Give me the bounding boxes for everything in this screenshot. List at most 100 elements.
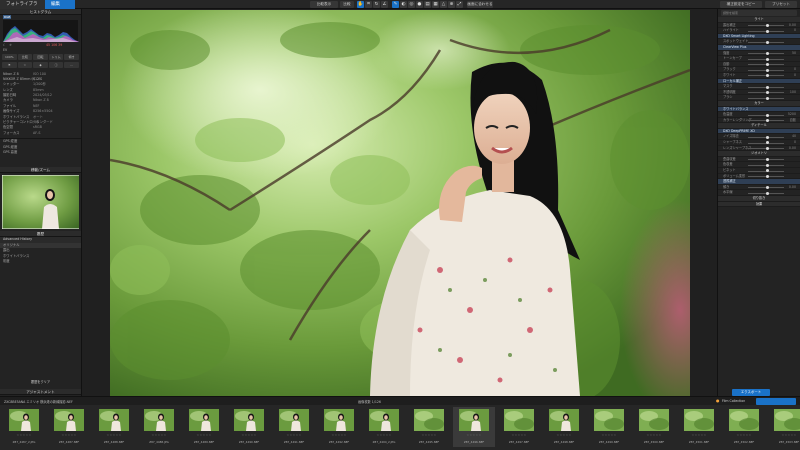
export-button[interactable]: エクスポート bbox=[732, 389, 770, 396]
export-to-disk-button[interactable] bbox=[756, 398, 796, 405]
slider-knob[interactable] bbox=[766, 147, 769, 151]
adjustment-slider[interactable] bbox=[748, 40, 784, 44]
rating-stars[interactable]: ☆☆☆☆☆ bbox=[183, 433, 225, 437]
adjustment-slider[interactable] bbox=[748, 141, 784, 145]
info-icon[interactable]: ⓘ bbox=[48, 61, 64, 68]
filmstrip-thumbnail[interactable]: ☆☆☆☆☆ Z87_4497.NEF bbox=[498, 407, 540, 447]
tab-edit[interactable]: 編集 bbox=[45, 0, 75, 9]
filmstrip-thumbnail[interactable]: ☆☆☆☆☆ Z87_4489.NEF bbox=[183, 407, 225, 447]
filmstrip-thumbnail[interactable]: ☆☆☆☆☆ Z87_4501.NEF bbox=[678, 407, 720, 447]
adjustment-slider[interactable] bbox=[748, 163, 784, 167]
slider-knob[interactable] bbox=[766, 51, 769, 55]
slider-knob[interactable] bbox=[766, 169, 769, 173]
adjustment-slider[interactable] bbox=[748, 51, 784, 55]
filmstrip-thumbnail[interactable]: ☆☆☆☆☆ Z87_4503.NEF bbox=[768, 407, 800, 447]
rating-stars[interactable]: ☆☆☆☆☆ bbox=[273, 433, 315, 437]
zoom-fit-button[interactable]: 画面に合わせる bbox=[467, 1, 493, 8]
adjustment-slider[interactable] bbox=[748, 96, 784, 100]
rating-stars[interactable]: ☆☆☆☆☆ bbox=[768, 433, 800, 437]
mask-icon[interactable]: ◎ bbox=[408, 1, 415, 8]
film-collection-icon[interactable]: ● bbox=[716, 398, 720, 403]
rating-stars[interactable]: ☆☆☆☆☆ bbox=[138, 433, 180, 437]
slider-knob[interactable] bbox=[766, 163, 769, 167]
slider-knob[interactable] bbox=[766, 24, 769, 27]
rating-stars[interactable]: ☆☆☆☆☆ bbox=[3, 433, 45, 437]
rating-stars[interactable]: ☆☆☆☆☆ bbox=[408, 433, 450, 437]
filmstrip-thumbnail[interactable]: ☆☆☆☆☆ Z87_4487_2.JPG bbox=[3, 407, 45, 447]
slider-knob[interactable] bbox=[766, 175, 769, 179]
copy-settings-button[interactable]: 補正設定をコピー bbox=[720, 1, 762, 8]
filmstrip-thumbnail[interactable]: ☆☆☆☆☆ Z87_4490.NEF bbox=[228, 407, 270, 447]
rating-stars[interactable]: ☆☆☆☆☆ bbox=[543, 433, 585, 437]
filmstrip-thumbnail[interactable]: ☆☆☆☆☆ Z87_4496.NEF bbox=[453, 407, 495, 447]
filmstrip-thumbnail[interactable]: ☆☆☆☆☆ Z87_4487.NEF bbox=[48, 407, 90, 447]
redeye-icon[interactable]: ● bbox=[416, 1, 423, 8]
slider-knob[interactable] bbox=[766, 68, 769, 72]
rating-stars[interactable]: ☆☆☆☆☆ bbox=[723, 433, 765, 437]
filmstrip-thumbnail[interactable]: ☆☆☆☆☆ Z87_4498.NEF bbox=[543, 407, 585, 447]
adjustment-slider[interactable] bbox=[748, 175, 784, 179]
history-item[interactable]: 彩度 bbox=[0, 259, 81, 264]
slider-knob[interactable] bbox=[766, 141, 769, 145]
rating-stars[interactable]: ☆☆☆☆☆ bbox=[678, 433, 720, 437]
adjustment-slider[interactable] bbox=[748, 24, 784, 27]
adjustment-slider[interactable] bbox=[748, 191, 784, 195]
tool-button-2[interactable]: 比較 bbox=[17, 53, 33, 60]
loupe-icon[interactable]: ⊕ bbox=[448, 1, 455, 8]
star-icon[interactable]: ☆ bbox=[17, 61, 33, 68]
image-viewer[interactable] bbox=[82, 9, 717, 396]
rating-stars[interactable]: ☆☆☆☆☆ bbox=[93, 433, 135, 437]
grid-icon[interactable]: ▦ bbox=[432, 1, 439, 8]
histogram-mode[interactable]: RGB bbox=[3, 15, 12, 19]
local-adjust-icon[interactable]: ◐ bbox=[400, 1, 407, 8]
collection-label[interactable]: Film Collection bbox=[722, 399, 745, 403]
tool-button-4[interactable]: トリム bbox=[48, 53, 64, 60]
clear-history-button[interactable]: 履歴をクリア bbox=[28, 379, 53, 384]
preset-button[interactable]: プリセット bbox=[765, 1, 797, 8]
filmstrip-thumbnail[interactable]: ☆☆☆☆☆ Z87_4488.NEF bbox=[93, 407, 135, 447]
adjustment-slider[interactable] bbox=[748, 91, 784, 95]
clip-warning-icon[interactable]: △ bbox=[440, 1, 447, 8]
rating-stars[interactable]: ☆☆☆☆☆ bbox=[363, 433, 405, 437]
filmstrip-thumbnail[interactable]: ☆☆☆☆☆ Z87_4494_2.JPG bbox=[363, 407, 405, 447]
slider-knob[interactable] bbox=[766, 29, 769, 33]
slider-knob[interactable] bbox=[766, 186, 769, 190]
rating-stars[interactable]: ☆☆☆☆☆ bbox=[318, 433, 360, 437]
crop-icon[interactable]: ⌗ bbox=[365, 1, 372, 8]
adjustment-slider[interactable] bbox=[748, 113, 784, 117]
adjustment-slider[interactable] bbox=[748, 169, 784, 173]
slider-knob[interactable] bbox=[766, 119, 769, 123]
compare-button[interactable]: 比較表示 bbox=[310, 1, 338, 8]
adjust-search-input[interactable]: 調整を検索 bbox=[721, 10, 797, 16]
adjustment-slider[interactable] bbox=[748, 63, 784, 67]
retouch-icon[interactable]: ✎ bbox=[392, 1, 399, 8]
navigator-header[interactable]: 移動/ズーム bbox=[0, 167, 81, 174]
filmstrip-thumbnail[interactable]: ☆☆☆☆☆ Z87_4491.NEF bbox=[273, 407, 315, 447]
tool-button-5[interactable]: 傾き bbox=[64, 53, 79, 60]
slider-knob[interactable] bbox=[766, 191, 769, 195]
hand-tool-icon[interactable]: ✋ bbox=[357, 1, 364, 8]
adjustment-slider[interactable] bbox=[748, 57, 784, 61]
rotate-icon[interactable]: ↻ bbox=[373, 1, 380, 8]
slider-knob[interactable] bbox=[766, 135, 769, 139]
flag-icon[interactable]: ⚑ bbox=[2, 61, 17, 68]
compare-short-button[interactable]: 比較 bbox=[340, 1, 354, 8]
rating-stars[interactable]: ☆☆☆☆☆ bbox=[588, 433, 630, 437]
tab-photo-library[interactable]: フォトライブラリ bbox=[0, 0, 45, 16]
straighten-icon[interactable]: ∠ bbox=[381, 1, 388, 8]
overlay-icon[interactable]: ▤ bbox=[424, 1, 431, 8]
slider-knob[interactable] bbox=[766, 96, 769, 100]
filmstrip-thumbnail[interactable]: ☆☆☆☆☆ Z87_4492.NEF bbox=[318, 407, 360, 447]
rating-stars[interactable]: ☆☆☆☆☆ bbox=[633, 433, 675, 437]
moon-icon[interactable]: ☾ bbox=[3, 43, 6, 47]
more-icon[interactable]: ⋯ bbox=[64, 61, 79, 68]
slider-knob[interactable] bbox=[766, 40, 769, 44]
slider-knob[interactable] bbox=[766, 113, 769, 117]
rating-stars[interactable]: ☆☆☆☆☆ bbox=[228, 433, 270, 437]
main-photo[interactable] bbox=[110, 10, 690, 396]
adjustment-slider[interactable] bbox=[748, 119, 784, 123]
filmstrip-thumbnail[interactable]: ☆☆☆☆☆ Z87_4499.NEF bbox=[588, 407, 630, 447]
adjustment-slider[interactable] bbox=[748, 147, 784, 151]
filmstrip-thumbnail[interactable]: ☆☆☆☆☆ Z87_4488.JPG bbox=[138, 407, 180, 447]
filmstrip-thumbnail[interactable]: ☆☆☆☆☆ Z87_4495.NEF bbox=[408, 407, 450, 447]
